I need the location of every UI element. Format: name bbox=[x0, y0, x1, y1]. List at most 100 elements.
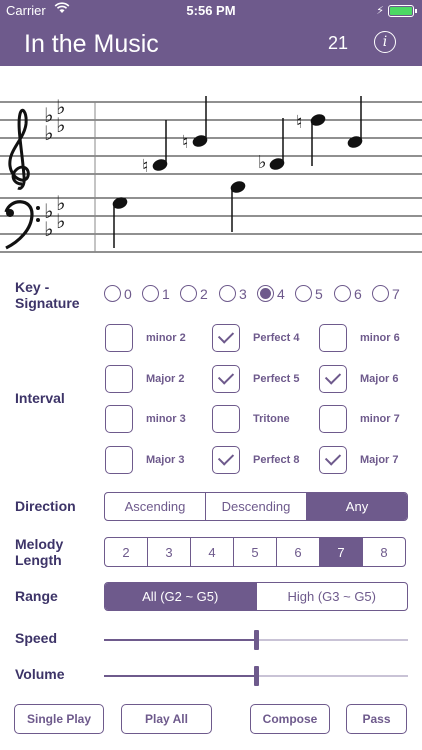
svg-text:♭: ♭ bbox=[56, 209, 65, 233]
interval-checkbox[interactable] bbox=[319, 446, 347, 474]
interval-checkbox[interactable] bbox=[212, 405, 240, 433]
interval-checkbox[interactable] bbox=[212, 365, 240, 393]
melody-length-option[interactable]: 7 bbox=[319, 538, 362, 566]
speed-label: Speed bbox=[15, 630, 58, 646]
radio-label: 1 bbox=[162, 286, 170, 302]
treble-clef-icon bbox=[8, 108, 30, 190]
range-label: Range bbox=[15, 588, 58, 604]
interval-checkbox[interactable] bbox=[319, 365, 347, 393]
status-bar: Carrier 5:56 PM ⚡ bbox=[0, 0, 422, 22]
radio-label: 6 bbox=[354, 286, 362, 302]
play-all-button[interactable]: Play All bbox=[121, 704, 212, 734]
checkmark-icon bbox=[217, 368, 235, 385]
key-signature-label-line2: Signature bbox=[15, 295, 80, 311]
interval-label-text: minor 6 bbox=[360, 332, 400, 344]
compose-button[interactable]: Compose bbox=[250, 704, 330, 734]
score-count: 21 bbox=[328, 33, 349, 53]
interval-label-text: Major 7 bbox=[360, 454, 399, 466]
radio-circle[interactable] bbox=[257, 285, 274, 302]
direction-segmented-control: Ascending Descending Any bbox=[104, 492, 408, 521]
nav-divider bbox=[0, 64, 422, 66]
interval-label-text: Perfect 5 bbox=[253, 373, 300, 385]
interval-checkbox[interactable] bbox=[319, 324, 347, 352]
interval-checkbox[interactable] bbox=[105, 446, 133, 474]
interval-label-text: minor 3 bbox=[146, 413, 186, 425]
radio-label: 7 bbox=[392, 286, 400, 302]
volume-slider-thumb[interactable] bbox=[254, 666, 259, 686]
melody-length-option[interactable]: 3 bbox=[147, 538, 190, 566]
svg-text:♮: ♮ bbox=[142, 156, 148, 177]
interval-label-text: Perfect 4 bbox=[253, 332, 300, 344]
radio-circle[interactable] bbox=[372, 285, 389, 302]
interval-checkbox[interactable] bbox=[212, 324, 240, 352]
checkmark-icon bbox=[217, 327, 235, 344]
checkmark-icon bbox=[324, 449, 342, 466]
direction-option[interactable]: Descending bbox=[205, 493, 306, 520]
radio-label: 3 bbox=[239, 286, 247, 302]
interval-label-text: Major 2 bbox=[146, 373, 185, 385]
volume-slider[interactable] bbox=[104, 666, 408, 686]
direction-option[interactable]: Any bbox=[306, 493, 407, 520]
interval-label-text: Major 3 bbox=[146, 454, 185, 466]
melody-length-option[interactable]: 6 bbox=[276, 538, 319, 566]
radio-circle[interactable] bbox=[334, 285, 351, 302]
radio-label: 0 bbox=[124, 286, 132, 302]
interval-checkbox[interactable] bbox=[212, 446, 240, 474]
app-title: In the Music bbox=[24, 30, 159, 58]
melody-length-option[interactable]: 4 bbox=[190, 538, 233, 566]
key-signature-label: Key - Signature bbox=[15, 279, 80, 311]
single-play-button[interactable]: Single Play bbox=[14, 704, 104, 734]
music-staff: ♭ ♭ ♭ ♭ ♭ ♭ ♭ ♭ ♮ ♮ ♭ ♮ bbox=[0, 95, 422, 253]
melody-length-label-line2: Length bbox=[15, 552, 62, 568]
radio-circle[interactable] bbox=[180, 285, 197, 302]
svg-text:♭: ♭ bbox=[258, 152, 267, 173]
interval-checkbox[interactable] bbox=[105, 324, 133, 352]
battery-icon bbox=[388, 5, 417, 17]
svg-text:♭: ♭ bbox=[44, 121, 53, 145]
radio-circle[interactable] bbox=[219, 285, 236, 302]
pass-button[interactable]: Pass bbox=[346, 704, 407, 734]
notes: ♮ ♮ ♭ ♮ bbox=[112, 96, 363, 248]
interval-label: Interval bbox=[15, 390, 65, 406]
bass-clef-icon bbox=[4, 200, 40, 250]
checkmark-icon bbox=[324, 368, 342, 385]
direction-option[interactable]: Ascending bbox=[105, 493, 205, 520]
interval-checkbox[interactable] bbox=[105, 365, 133, 393]
melody-length-option[interactable]: 8 bbox=[362, 538, 405, 566]
melody-length-option[interactable]: 5 bbox=[233, 538, 276, 566]
interval-label-text: Tritone bbox=[253, 413, 290, 425]
melody-length-label-line1: Melody bbox=[15, 536, 64, 552]
interval-label-text: Perfect 8 bbox=[253, 454, 300, 466]
interval-label-text: minor 2 bbox=[146, 332, 186, 344]
melody-length-segmented-control: 2345678 bbox=[104, 537, 406, 567]
interval-checkbox[interactable] bbox=[105, 405, 133, 433]
volume-label: Volume bbox=[15, 666, 65, 682]
key-signature-flats: ♭ ♭ ♭ ♭ ♭ ♭ ♭ ♭ bbox=[44, 95, 65, 241]
radio-label: 5 bbox=[315, 286, 323, 302]
key-signature-label-line1: Key - bbox=[15, 279, 50, 295]
status-time: 5:56 PM bbox=[186, 3, 236, 18]
range-option[interactable]: High (G3 ~ G5) bbox=[255, 583, 408, 610]
speed-slider[interactable] bbox=[104, 630, 408, 650]
direction-label: Direction bbox=[15, 498, 76, 514]
interval-label-text: minor 7 bbox=[360, 413, 400, 425]
svg-text:♮: ♮ bbox=[182, 132, 188, 153]
radio-label: 2 bbox=[200, 286, 208, 302]
nav-bar: In the Music 21 i bbox=[0, 22, 422, 66]
range-option[interactable]: All (G2 ~ G5) bbox=[105, 583, 256, 610]
radio-circle[interactable] bbox=[142, 285, 159, 302]
melody-length-label: Melody Length bbox=[15, 536, 63, 568]
radio-circle[interactable] bbox=[104, 285, 121, 302]
interval-label-text: Major 6 bbox=[360, 373, 399, 385]
range-segmented-control: All (G2 ~ G5) High (G3 ~ G5) bbox=[104, 582, 408, 611]
charging-icon: ⚡ bbox=[376, 5, 384, 17]
info-icon[interactable]: i bbox=[374, 31, 396, 53]
svg-text:♭: ♭ bbox=[44, 217, 53, 241]
svg-text:♮: ♮ bbox=[296, 112, 302, 133]
svg-text:♭: ♭ bbox=[56, 113, 65, 137]
speed-slider-thumb[interactable] bbox=[254, 630, 259, 650]
radio-circle[interactable] bbox=[295, 285, 312, 302]
melody-length-option[interactable]: 2 bbox=[105, 538, 147, 566]
interval-checkbox[interactable] bbox=[319, 405, 347, 433]
radio-label: 4 bbox=[277, 286, 285, 302]
